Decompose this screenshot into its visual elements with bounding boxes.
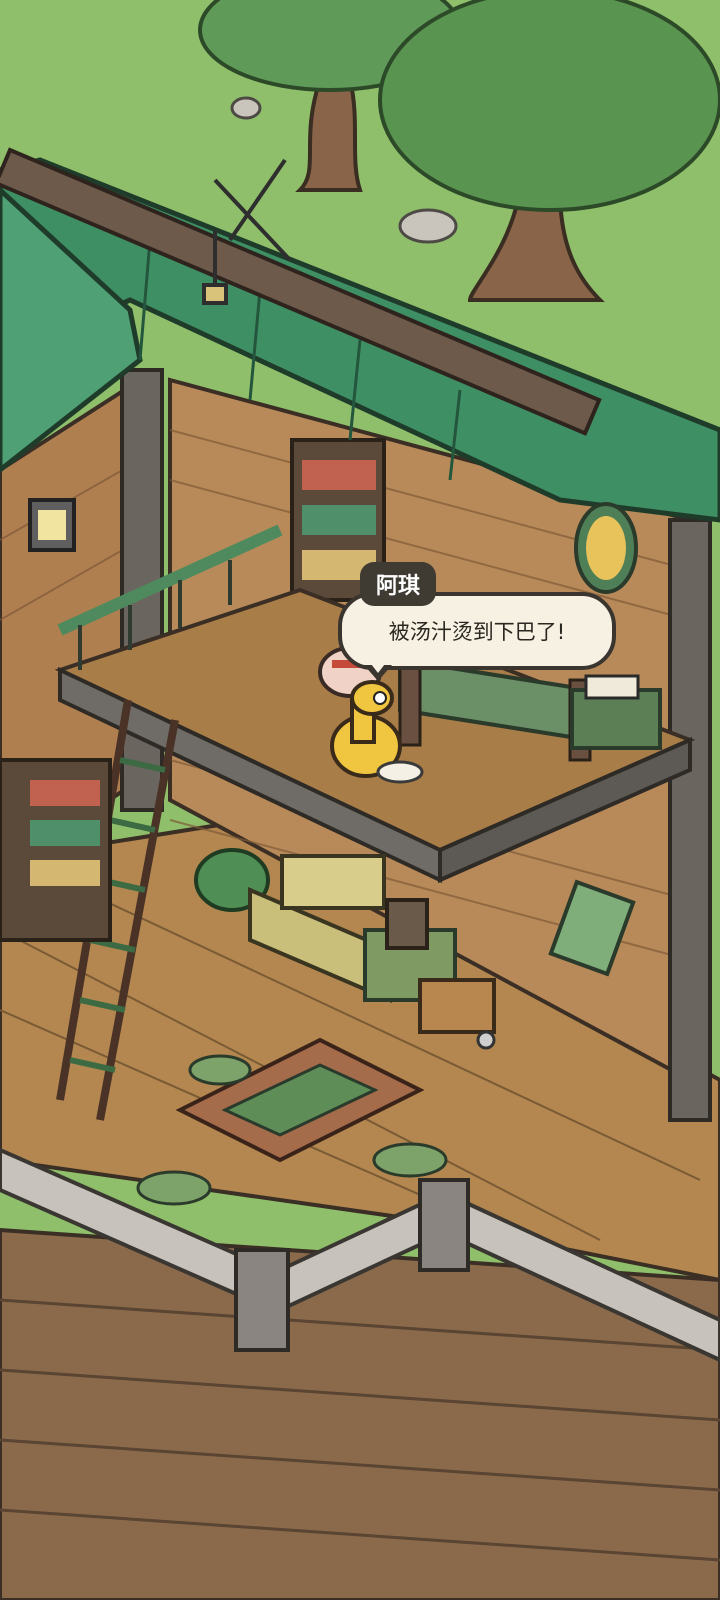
wall-lantern-icon [28,498,76,552]
rock [398,208,458,244]
post-right [668,518,712,1122]
small-rock [230,96,262,120]
cushion [188,1054,252,1086]
game-scene[interactable] [0,0,720,1600]
cushion [136,1170,212,1206]
bookshelf-lower [0,758,112,942]
speaker-name-tag: 阿琪 [360,562,437,606]
cushion [372,1142,448,1178]
framed-portrait [574,502,638,594]
bubble-tail-inner [368,660,388,673]
